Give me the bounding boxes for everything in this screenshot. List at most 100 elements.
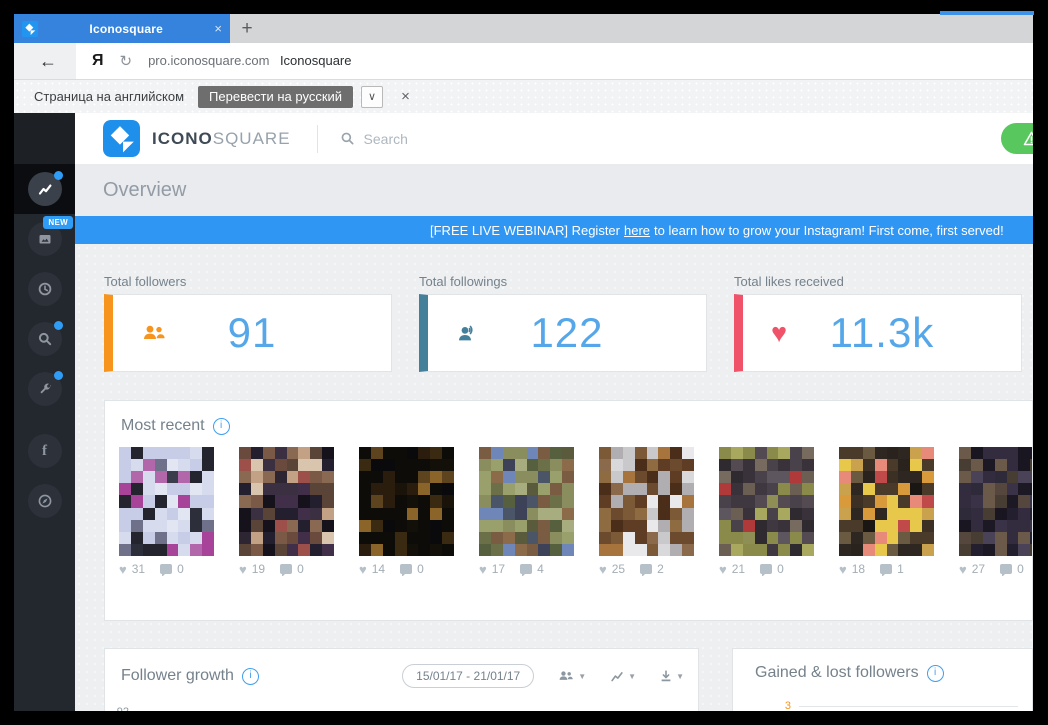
like-count: 18 xyxy=(852,562,865,576)
translate-close-icon[interactable]: × xyxy=(401,88,410,105)
sidebar-item-history[interactable] xyxy=(14,264,75,314)
translate-label: Страница на английском xyxy=(34,89,184,104)
sidebar-item-facebook[interactable]: f xyxy=(14,426,75,476)
info-icon[interactable]: i xyxy=(242,668,259,685)
tab-close-icon[interactable]: × xyxy=(214,22,222,35)
date-range-picker[interactable]: 15/01/17 - 21/01/17 xyxy=(402,664,534,688)
heart-icon: ♥ xyxy=(839,563,847,576)
like-count: 21 xyxy=(732,562,745,576)
translate-dropdown[interactable]: ∨ xyxy=(361,86,383,108)
pixelated-photo xyxy=(359,447,454,556)
comment-count: 0 xyxy=(417,562,424,576)
gained-lost-title: Gained & lost followers xyxy=(755,664,919,682)
refresh-icon[interactable]: ↻ xyxy=(120,52,133,70)
banner-text: to learn how to grow your Instagram! Fir… xyxy=(654,223,1004,238)
stats-row: Total followers 91 Total followings xyxy=(104,274,1033,372)
search-placeholder: Search xyxy=(364,131,408,147)
heart-icon: ♥ xyxy=(479,563,487,576)
post-thumbnail[interactable]: ♥ 21 0 xyxy=(719,447,814,576)
post-thumbnail[interactable]: ♥270 xyxy=(959,447,1032,576)
post-thumbnail[interactable]: ♥190 xyxy=(239,447,334,576)
pixelated-photo xyxy=(239,447,334,556)
address-bar[interactable]: Я ↻ pro.iconosquare.com Iconosquare xyxy=(76,43,1033,79)
chart-type-dropdown[interactable]: ▼ xyxy=(609,670,636,683)
new-tab-button[interactable]: + xyxy=(230,14,264,43)
sidebar-item-search[interactable] xyxy=(14,314,75,364)
notification-dot xyxy=(54,321,63,330)
stat-total-followings: Total followings 122 xyxy=(419,274,707,372)
comment-icon xyxy=(400,564,412,574)
window-accent-line xyxy=(940,11,1034,15)
post-counts: ♥310 xyxy=(119,562,214,576)
follower-growth-title: Follower growth xyxy=(121,667,234,685)
sidebar-item-media[interactable]: NEW xyxy=(14,214,75,264)
like-count: 25 xyxy=(612,562,625,576)
chevron-down-icon: ▼ xyxy=(676,672,684,681)
chevron-down-icon: ▼ xyxy=(628,672,636,681)
new-badge: NEW xyxy=(43,216,73,229)
post-thumbnail[interactable]: ♥252 xyxy=(599,447,694,576)
comment-icon xyxy=(880,564,892,574)
banner-text: [FREE LIVE WEBINAR] Register xyxy=(430,223,620,238)
dashboard-scroll-area[interactable]: Total followers 91 Total followings xyxy=(75,244,1033,711)
app-header: ICONOSQUARE Search Up xyxy=(75,113,1033,164)
pixelated-photo xyxy=(479,447,574,556)
follower-growth-chart: 92 xyxy=(105,696,698,711)
url-page-title: Iconosquare xyxy=(280,53,352,68)
heart-icon: ♥ xyxy=(959,563,967,576)
post-thumbnail[interactable]: ♥310 xyxy=(119,447,214,576)
like-count: 27 xyxy=(972,562,985,576)
comment-count: 0 xyxy=(297,562,304,576)
post-counts: ♥181 xyxy=(839,562,934,576)
comment-icon xyxy=(160,564,172,574)
heart-icon: ♥ xyxy=(239,563,247,576)
gained-lost-chart: 3 xyxy=(733,690,1032,711)
gained-lost-panel: Gained & lost followers i 3 xyxy=(732,648,1033,711)
comment-count: 0 xyxy=(777,562,784,576)
tab-iconosquare[interactable]: Iconosquare × xyxy=(14,14,230,43)
post-counts: ♥174 xyxy=(479,562,574,576)
pixelated-photo xyxy=(839,447,934,556)
post-thumbnail[interactable]: ♥181 xyxy=(839,447,934,576)
page-header: Overview xyxy=(75,164,1033,216)
sidebar-item-overview[interactable] xyxy=(14,164,75,214)
clock-icon xyxy=(28,272,62,306)
follower-growth-panel: Follower growth i 15/01/17 - 21/01/17 ▼ xyxy=(104,648,699,711)
like-count: 14 xyxy=(372,562,385,576)
post-thumbnail[interactable]: ♥174 xyxy=(479,447,574,576)
comment-count: 2 xyxy=(657,562,664,576)
followers-filter-dropdown[interactable]: ▼ xyxy=(557,669,586,683)
post-counts: ♥ 21 0 xyxy=(719,562,814,576)
info-icon[interactable]: i xyxy=(213,418,230,435)
post-counts: ♥270 xyxy=(959,562,1032,576)
info-icon[interactable]: i xyxy=(927,665,944,682)
banner-link[interactable]: here xyxy=(624,223,650,238)
sidebar-item-tools[interactable] xyxy=(14,364,75,414)
search-input[interactable]: Search xyxy=(340,131,408,147)
most-recent-title: Most recent xyxy=(121,417,205,435)
upgrade-button[interactable]: Up xyxy=(1001,123,1033,154)
sidebar-top-spacer xyxy=(14,113,75,164)
browser-window: Iconosquare × + ← Я ↻ pro.iconosquare.co… xyxy=(14,14,1033,711)
comment-icon xyxy=(280,564,292,574)
back-button[interactable]: ← xyxy=(28,43,68,79)
post-thumbnail[interactable]: ♥140 xyxy=(359,447,454,576)
export-dropdown[interactable]: ▼ xyxy=(659,669,684,683)
people-icon xyxy=(557,669,575,683)
webinar-banner: [FREE LIVE WEBINAR] Register here to lea… xyxy=(75,216,1033,244)
comment-icon xyxy=(640,564,652,574)
notification-dot xyxy=(54,171,63,180)
comment-icon xyxy=(520,564,532,574)
like-count: 17 xyxy=(492,562,505,576)
pixelated-photo xyxy=(119,447,214,556)
sidebar-item-discover[interactable] xyxy=(14,476,75,526)
posts-row: ♥310♥190♥140♥174♥252♥210♥181♥270 xyxy=(105,447,1032,576)
browser-toolbar: ← Я ↻ pro.iconosquare.com Iconosquare xyxy=(14,43,1033,80)
translate-button[interactable]: Перевести на русский xyxy=(198,86,353,108)
yandex-logo[interactable]: Я xyxy=(92,52,104,70)
pixelated-photo xyxy=(719,447,814,556)
y-axis-tick: 92 xyxy=(113,706,129,711)
translate-bar: Страница на английском Перевести на русс… xyxy=(14,80,1033,113)
tab-title: Iconosquare xyxy=(46,22,206,36)
heart-icon: ♥ xyxy=(719,563,727,576)
